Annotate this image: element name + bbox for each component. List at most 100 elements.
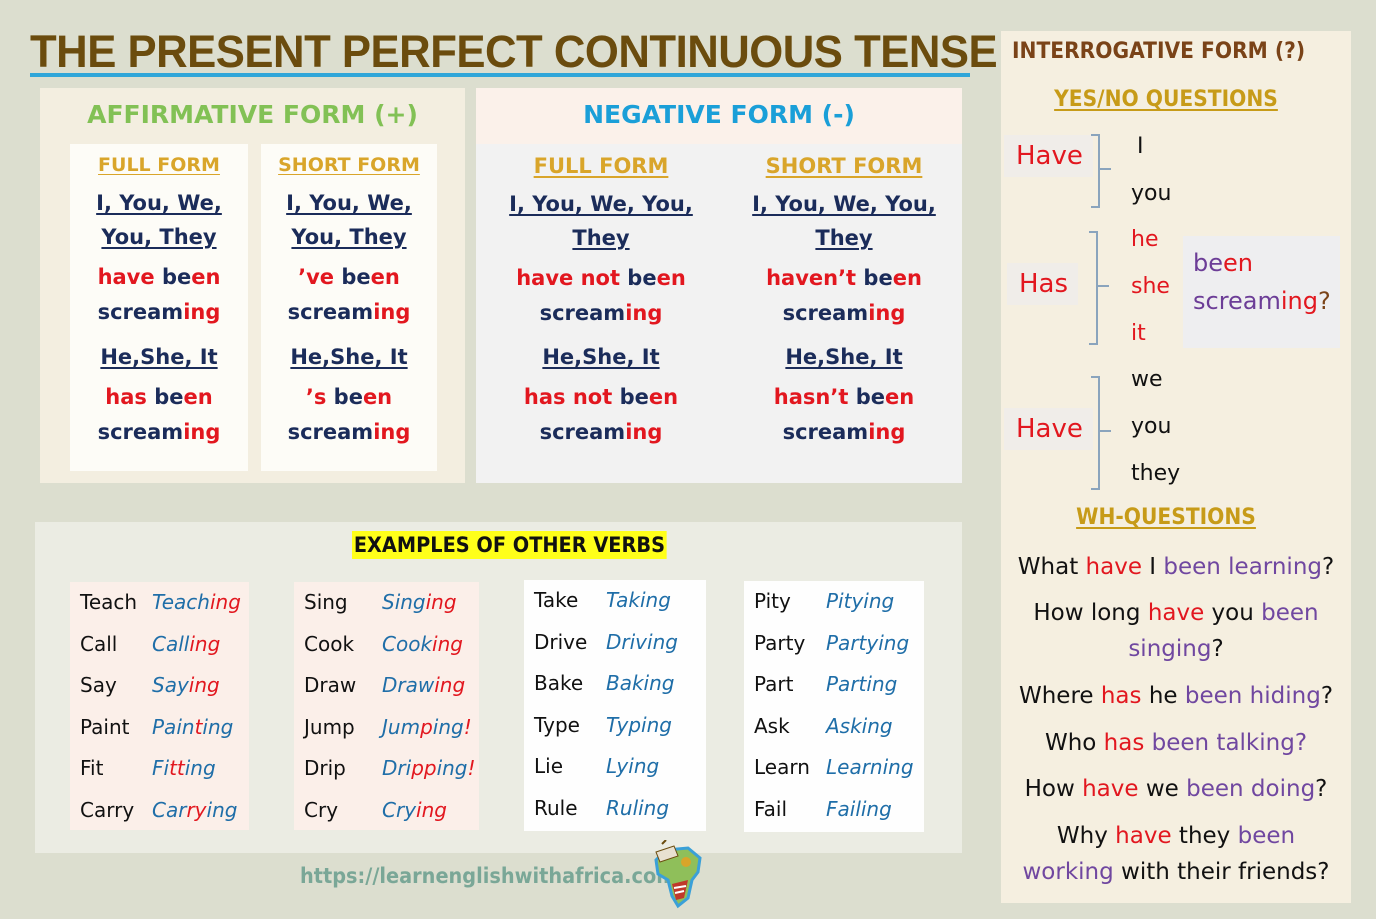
verb-row: Drip Dripping! xyxy=(294,756,479,798)
verb-row: Jump Jumping! xyxy=(294,715,479,757)
ing-form: Taking xyxy=(606,588,671,612)
ing-form-part: pp xyxy=(411,756,437,780)
aux-have: Have xyxy=(1004,408,1093,450)
auxiliary: has not xyxy=(523,385,613,409)
ing-form-part: Car xyxy=(152,797,187,822)
negative-panel: NEGATIVE FORM (-) FULL FORM I, You, We, … xyxy=(476,88,962,483)
question-part: ? xyxy=(1211,636,1224,662)
verb-row: Ask Asking xyxy=(744,714,924,756)
question-part: working xyxy=(1022,859,1114,885)
question-part: I xyxy=(1141,554,1164,580)
affirmative-full-form: FULL FORM I, You, We, You, They have been… xyxy=(70,144,248,471)
question-mark: ? xyxy=(1318,287,1331,315)
question-part: been talking? xyxy=(1151,730,1308,756)
pronoun-line: I, You, We, xyxy=(96,191,222,215)
website-url[interactable]: https://learnenglishwithafrica.com xyxy=(300,864,676,888)
base-verb: Call xyxy=(80,631,118,656)
verb-phrase: haven’t been screaming xyxy=(726,261,962,331)
pronoun-group-singular: He,She, It xyxy=(542,345,660,369)
verb-part: scream xyxy=(1193,287,1281,315)
base-verb: Cook xyxy=(304,631,355,656)
base-verb: Jump xyxy=(304,714,355,739)
ing-form: Drawing xyxy=(382,673,465,697)
base-verb: Ask xyxy=(754,713,790,738)
negative-short-form: SHORT FORM I, You, We, You, They haven’t … xyxy=(726,144,962,474)
base-verb: Learn xyxy=(754,755,810,779)
ing-form: Partying xyxy=(826,631,909,655)
question-part: been xyxy=(1237,823,1296,849)
question-part: with their friends? xyxy=(1113,859,1330,885)
question-part: Where xyxy=(1018,683,1101,709)
negative-title: NEGATIVE FORM (-) xyxy=(583,100,855,129)
verb-part: scream xyxy=(97,420,184,444)
ing-form-part: Say xyxy=(152,673,189,697)
verb-row: Say Saying xyxy=(70,673,249,715)
ing-form: Failing xyxy=(826,797,892,821)
pronoun-group-plural: I, You, We, You, They xyxy=(261,186,437,254)
verb-suffix: ing xyxy=(868,420,906,444)
question-part: have xyxy=(1147,600,1205,626)
question-part: ? xyxy=(1320,683,1334,709)
auxiliary: have xyxy=(97,265,155,289)
question-part: ? xyxy=(1322,554,1335,580)
base-verb: Party xyxy=(754,630,806,655)
ing-form-part: Pitying xyxy=(826,589,895,613)
full-form-label: FULL FORM xyxy=(533,154,669,178)
question-part: been xyxy=(1261,600,1319,626)
ing-form: Baking xyxy=(606,671,675,695)
ing-form-part: Learning xyxy=(826,755,914,779)
negative-full-form: FULL FORM I, You, We, You, They have not … xyxy=(480,144,722,474)
ing-form: Singing xyxy=(382,590,457,614)
ing-form: Learning xyxy=(826,755,914,779)
verb-row: Lie Lying xyxy=(524,754,706,796)
ing-form: Jumping! xyxy=(382,715,472,739)
ing-form-part: ing xyxy=(432,714,464,739)
verb-part: scream xyxy=(539,420,626,444)
ing-form-part: Sing xyxy=(382,590,426,614)
ing-form-part: ry xyxy=(186,797,207,822)
verb-part: be xyxy=(1193,249,1223,277)
question-part: Why xyxy=(1056,823,1116,849)
verb-row: Party Partying xyxy=(744,631,924,673)
ing-form-part: Cry xyxy=(382,797,417,822)
base-verb: Paint xyxy=(80,714,130,739)
ing-form: Cooking xyxy=(382,632,463,656)
question-part: you xyxy=(1204,600,1262,626)
wh-question: Who has been talking? xyxy=(1001,725,1351,761)
verb-row: Fit Fitting xyxy=(70,756,249,798)
ing-form-part: p xyxy=(420,714,433,739)
ing-form: Carrying xyxy=(152,798,237,822)
verb-part: scream xyxy=(287,300,374,324)
verb-part: scream xyxy=(782,301,869,325)
ing-form-part: Jum xyxy=(382,714,421,739)
brace-icon xyxy=(1091,134,1111,208)
brace-icon xyxy=(1089,231,1109,345)
verb-part: scream xyxy=(287,420,374,444)
verb-phrase: hasn’t been screaming xyxy=(726,380,962,450)
pronoun: we xyxy=(1131,367,1163,392)
pronoun-line: They xyxy=(572,226,630,250)
verb-list: Take Taking Drive Driving Bake Baking Type Typi… xyxy=(524,580,706,831)
ing-form-part: ! xyxy=(467,756,476,780)
ing-form-part: tt xyxy=(169,756,185,780)
ing-form-part: ing xyxy=(432,631,463,656)
verb-row: Teach Teaching xyxy=(70,590,249,632)
verb-row: Bake Baking xyxy=(524,671,706,713)
ing-form-part: Taking xyxy=(606,588,671,612)
question-part: he xyxy=(1141,683,1185,709)
ing-form-part: Typing xyxy=(606,712,672,737)
question-part: ? xyxy=(1315,776,1328,802)
question-part: How long xyxy=(1033,600,1148,626)
ing-form-part: Teach xyxy=(152,590,210,614)
pronoun: he xyxy=(1131,227,1159,252)
wh-question: How have we been doing? xyxy=(1001,771,1351,807)
verb-row: Pity Pitying xyxy=(744,589,924,631)
verb-suffix: ing xyxy=(868,301,906,325)
verb-suffix: ing xyxy=(373,420,411,444)
ing-form-part: ing xyxy=(189,631,221,656)
ing-form-part: Dri xyxy=(382,756,412,780)
verb-part: scream xyxy=(539,301,626,325)
verb-part: scream xyxy=(97,300,184,324)
verb-part: be xyxy=(627,266,657,290)
verb-part: en xyxy=(1223,249,1253,277)
